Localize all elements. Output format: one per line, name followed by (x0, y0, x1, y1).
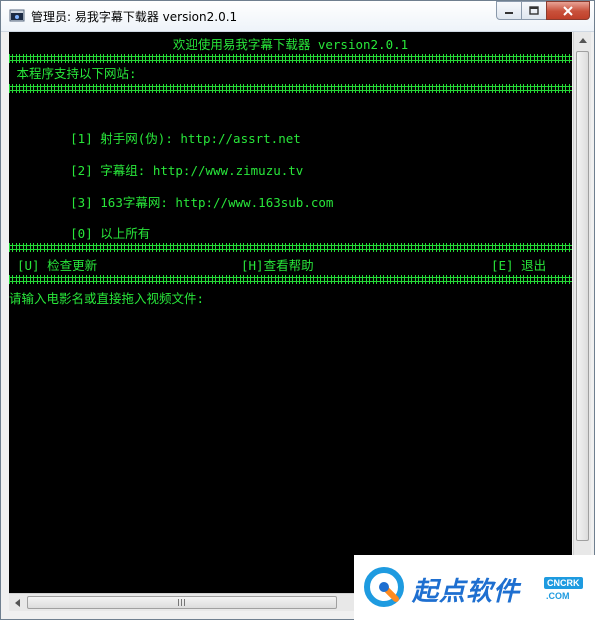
site-option-key: [3] (70, 195, 93, 210)
console-output[interactable]: 欢迎使用易我字幕下载器 version2.0.1 本程序支持以下网站: [1] … (9, 32, 572, 593)
close-icon (563, 5, 573, 16)
maximize-icon (529, 6, 539, 15)
watermark-brand: 起点软件 (412, 577, 521, 607)
separator-line (9, 243, 572, 252)
vertical-scrollbar[interactable] (573, 32, 591, 593)
site-option-key: [2] (70, 163, 93, 178)
menu-update: [U] 检查更新 (17, 258, 98, 273)
scroll-left-button[interactable] (9, 594, 26, 611)
horizontal-scrollbar[interactable] (9, 593, 355, 611)
horizontal-scroll-thumb[interactable] (27, 596, 337, 609)
maximize-button[interactable] (521, 1, 547, 20)
watermark-logo: 起点软件 CNCRK .COM (354, 555, 595, 620)
minimize-icon (505, 11, 513, 14)
arrow-left-icon (15, 598, 20, 607)
site-option-key: [0] (70, 226, 93, 241)
watermark-badge: CNCRK (544, 577, 583, 589)
vertical-scroll-thumb[interactable] (576, 51, 589, 541)
menu-exit: [E] 退出 (491, 258, 547, 273)
close-button[interactable] (546, 1, 590, 20)
separator-line (9, 84, 572, 93)
site-option-label: 163字幕网: http://www.163sub.com (100, 195, 334, 210)
watermark-domain: .COM (546, 591, 570, 601)
intro-text: 本程序支持以下网站: (9, 66, 137, 81)
site-option-label: 射手网(伪): http://assrt.net (100, 131, 301, 146)
console-window: 管理员: 易我字幕下载器 version2.0.1 欢迎使用易我字幕下载器 ve… (0, 0, 595, 620)
input-prompt: 请输入电影名或直接拖入视频文件: (9, 291, 205, 306)
minimize-button[interactable] (496, 1, 522, 20)
separator-line (9, 275, 572, 284)
cncrk-logo-icon (364, 567, 404, 607)
site-option-label: 以上所有 (100, 226, 151, 241)
window-title: 管理员: 易我字幕下载器 version2.0.1 (31, 10, 238, 24)
grip-icon (178, 599, 185, 606)
site-option-key: [1] (70, 131, 93, 146)
window-controls (496, 1, 590, 20)
scroll-up-button[interactable] (574, 32, 591, 49)
separator-line (9, 54, 572, 63)
console-header-title: 欢迎使用易我字幕下载器 version2.0.1 (172, 37, 409, 52)
arrow-up-icon (578, 38, 587, 43)
title-bar[interactable]: 管理员: 易我字幕下载器 version2.0.1 (1, 1, 594, 32)
site-option-label: 字幕组: http://www.zimuzu.tv (100, 163, 304, 178)
menu-help: [H]查看帮助 (241, 258, 314, 273)
console-app-icon (9, 9, 25, 22)
